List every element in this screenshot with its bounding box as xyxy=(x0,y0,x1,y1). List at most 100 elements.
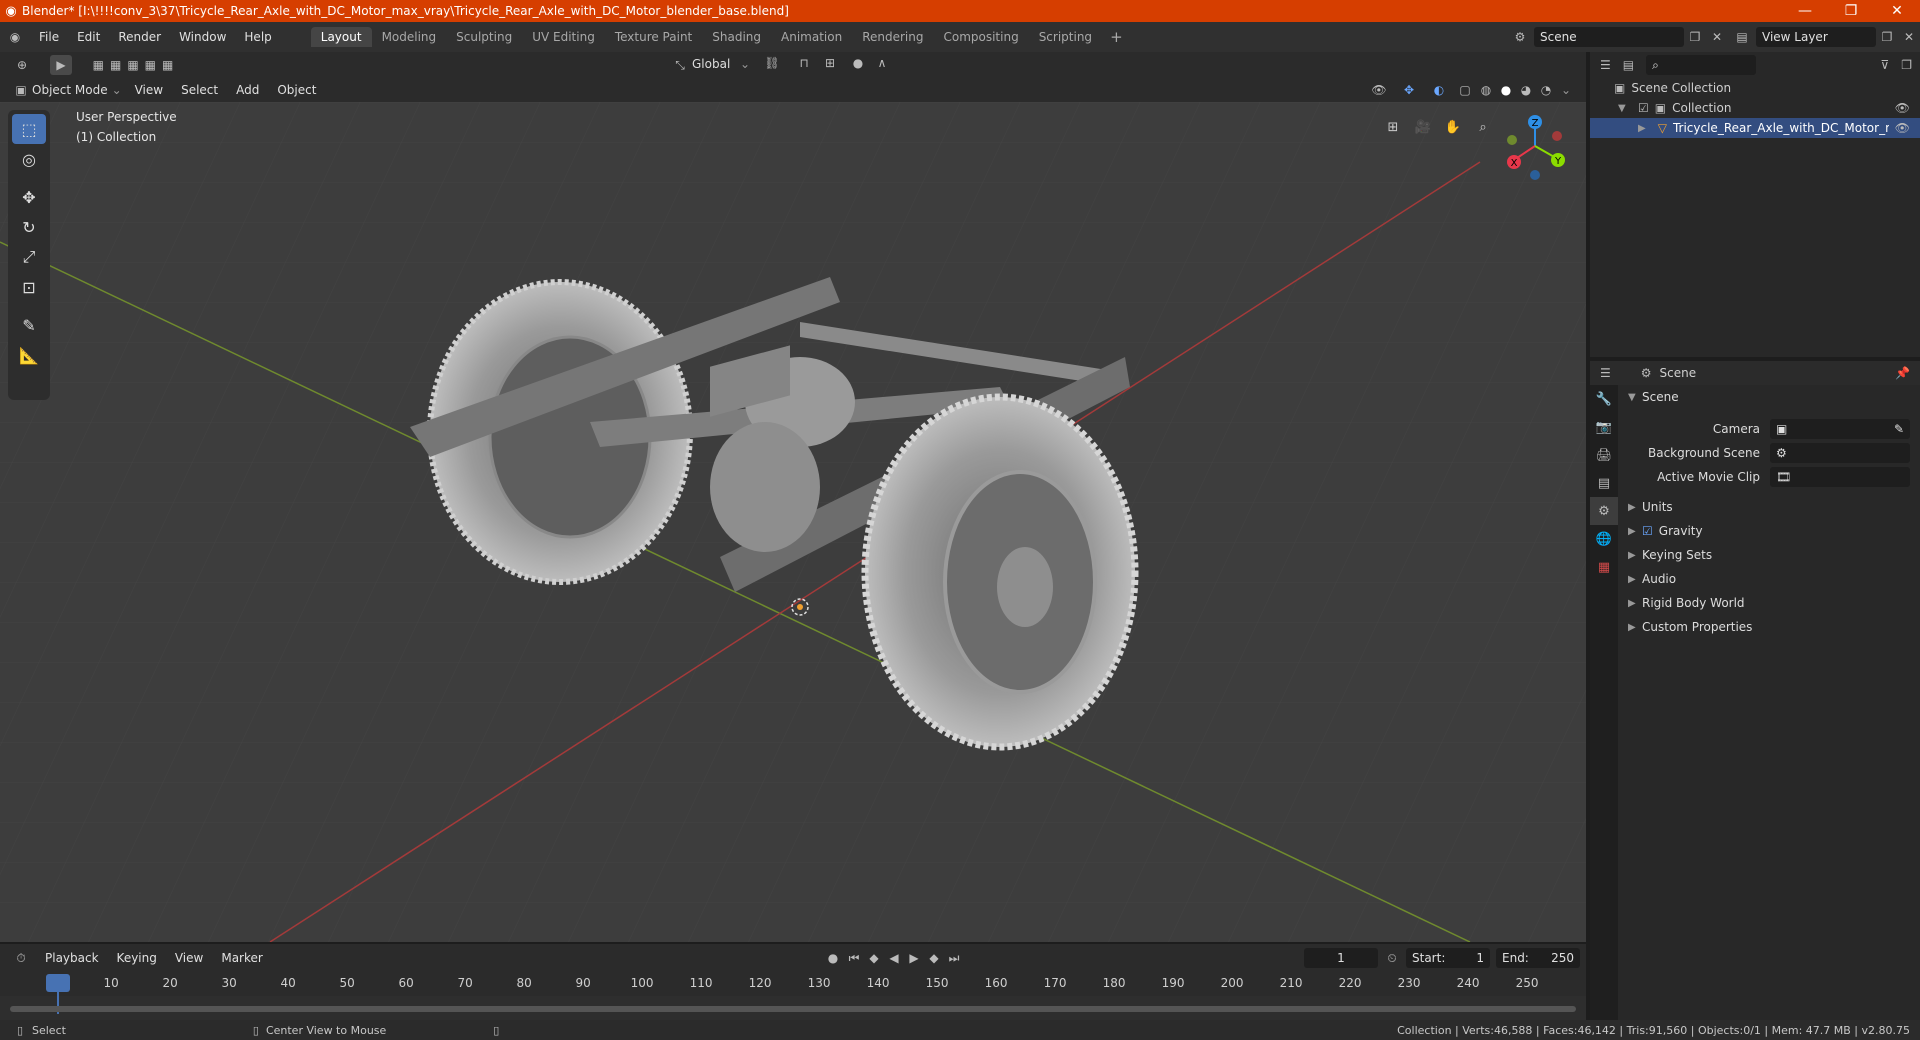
filter-icon[interactable]: ⊽ xyxy=(1880,58,1889,72)
panel-units[interactable]: ▶ Units xyxy=(1618,495,1920,519)
panel-scene[interactable]: ▼ Scene xyxy=(1618,385,1920,409)
viewport-menu-select[interactable]: Select xyxy=(172,83,227,97)
tab-compositing[interactable]: Compositing xyxy=(933,27,1028,47)
rendered-shading-icon[interactable]: ◔ xyxy=(1536,83,1556,97)
tab-layout[interactable]: Layout xyxy=(310,27,372,47)
expand-arrow-icon[interactable]: ▶ xyxy=(1628,550,1642,561)
proportional-edit-icon[interactable]: ● xyxy=(848,56,868,70)
viewport-menu-view[interactable]: View xyxy=(126,83,172,97)
timeline-menu-view[interactable]: View xyxy=(166,951,212,965)
gizmo-icon[interactable]: ✥ xyxy=(1394,83,1424,97)
falloff-icon[interactable]: ∧ xyxy=(870,56,894,70)
camera-view-icon[interactable]: 🎥 xyxy=(1412,116,1434,138)
zoom-view-icon[interactable]: ⌕ xyxy=(1472,116,1494,138)
view-layer-selector[interactable]: View Layer xyxy=(1756,27,1876,47)
camera-field[interactable]: ▣ ✎ xyxy=(1770,419,1910,439)
expand-arrow-icon[interactable]: ▶ xyxy=(1628,526,1642,537)
play-reverse-icon[interactable]: ◀ xyxy=(884,951,904,965)
maximize-icon[interactable]: ❐ xyxy=(1828,3,1874,19)
expand-arrow-icon[interactable]: ▶ xyxy=(1628,574,1642,585)
xray-icon[interactable]: ▢ xyxy=(1454,83,1476,97)
timeline-menu-keying[interactable]: Keying xyxy=(108,951,166,965)
snap-icon[interactable]: ⊓ xyxy=(792,56,816,70)
scene-selector[interactable]: Scene xyxy=(1534,27,1684,47)
background-scene-field[interactable]: ⚙ xyxy=(1770,443,1910,463)
jump-start-icon[interactable]: ⏮ xyxy=(844,951,864,966)
world-tab-icon[interactable]: 🌐 xyxy=(1590,525,1618,553)
tab-uv-editing[interactable]: UV Editing xyxy=(522,27,605,47)
timeline[interactable]: 1102030405060708090100110120130140150160… xyxy=(0,972,1586,1020)
menu-help[interactable]: Help xyxy=(235,30,280,44)
expand-arrow-icon[interactable]: ▶ xyxy=(1628,622,1642,633)
stopwatch-icon[interactable]: ⏲ xyxy=(1378,951,1406,966)
pivot-icon[interactable]: ⛓ xyxy=(760,56,784,70)
output-tab-icon[interactable]: 🖨 xyxy=(1590,441,1618,469)
checkbox-icon[interactable]: ☑ xyxy=(1642,524,1653,538)
neg-y-icon[interactable] xyxy=(1507,135,1517,145)
toggle-ortho-icon[interactable]: ⊞ xyxy=(1382,116,1404,138)
outliner-editor-icon[interactable]: ☰ xyxy=(1600,58,1611,72)
view-layer-icon[interactable]: ▤ xyxy=(1728,30,1756,44)
tool-tab-icon[interactable]: 🔧 xyxy=(1590,385,1618,413)
panel-custom-properties[interactable]: ▶ Custom Properties xyxy=(1618,615,1920,639)
add-workspace-icon[interactable]: + xyxy=(1102,28,1131,46)
pan-view-icon[interactable]: ✋ xyxy=(1442,116,1464,138)
pin-icon[interactable]: 📌 xyxy=(1895,366,1910,380)
tab-shading[interactable]: Shading xyxy=(702,27,771,47)
tab-scripting[interactable]: Scripting xyxy=(1029,27,1102,47)
remove-scene-icon[interactable]: ✕ xyxy=(1706,30,1728,44)
expand-arrow-icon[interactable]: ▶ xyxy=(1638,123,1652,134)
new-scene-icon[interactable]: ❐ xyxy=(1684,30,1706,44)
current-frame-field[interactable]: 1 xyxy=(1304,948,1378,968)
new-view-layer-icon[interactable]: ❐ xyxy=(1876,30,1898,44)
overlay-icon[interactable]: ◐ xyxy=(1424,83,1454,97)
3d-viewport[interactable]: User Perspective (1) Collection ⊞ 🎥 ✋ ⌕ … xyxy=(0,102,1586,942)
frame-ruler[interactable]: 1102030405060708090100110120130140150160… xyxy=(0,972,1586,996)
solid-shading-icon[interactable]: ● xyxy=(1496,83,1516,97)
panel-audio[interactable]: ▶ Audio xyxy=(1618,567,1920,591)
new-collection-icon[interactable]: ❐ xyxy=(1901,58,1912,72)
selection-mode-icons[interactable]: ▦▦▦▦▦ xyxy=(88,56,184,74)
tab-animation[interactable]: Animation xyxy=(771,27,852,47)
display-mode-icon[interactable]: ▤ xyxy=(1623,58,1634,72)
material-shading-icon[interactable]: ◕ xyxy=(1516,83,1536,97)
cursor-tool-icon[interactable]: ◎ xyxy=(12,144,46,174)
scale-tool-icon[interactable]: ⤢ xyxy=(12,242,46,272)
timeline-menu-playback[interactable]: Playback xyxy=(36,951,108,965)
close-icon[interactable]: ✕ xyxy=(1874,3,1920,19)
chevron-down-icon[interactable]: ⌄ xyxy=(1556,83,1576,97)
render-tab-icon[interactable]: 📷 xyxy=(1590,413,1618,441)
transform-tool-icon[interactable]: ⊡ xyxy=(12,272,46,302)
scene-tab-icon[interactable]: ⚙ xyxy=(1590,497,1618,525)
wireframe-shading-icon[interactable]: ◍ xyxy=(1476,83,1496,97)
menu-window[interactable]: Window xyxy=(170,30,235,44)
outliner-row-object[interactable]: ▶ ▽ Tricycle_Rear_Axle_with_DC_Motor_max… xyxy=(1590,118,1920,138)
measure-tool-icon[interactable]: 📐 xyxy=(12,340,46,370)
play-icon[interactable]: ▶ xyxy=(904,951,924,965)
remove-view-layer-icon[interactable]: ✕ xyxy=(1898,30,1920,44)
tab-sculpting[interactable]: Sculpting xyxy=(446,27,522,47)
visibility-icon[interactable]: 👁 xyxy=(1364,83,1394,97)
scene-icon[interactable]: ⚙ xyxy=(1506,30,1534,44)
menu-file[interactable]: File xyxy=(30,30,68,44)
select-box-icon[interactable]: ▶ xyxy=(50,55,72,75)
neg-x-icon[interactable] xyxy=(1552,131,1562,141)
navigation-gizmo[interactable]: Z X Y xyxy=(1500,110,1570,182)
expand-arrow-icon[interactable]: ▶ xyxy=(1628,598,1642,609)
timeline-scrollbar[interactable] xyxy=(10,1006,1576,1012)
chevron-down-icon[interactable]: ⌄ xyxy=(108,83,126,97)
expand-arrow-icon[interactable]: ▶ xyxy=(1628,502,1642,513)
timeline-editor-icon[interactable]: ⏱ xyxy=(6,951,36,966)
editor-type-icon[interactable]: ⊕ xyxy=(10,56,34,74)
minimize-icon[interactable]: — xyxy=(1782,3,1828,19)
properties-editor-icon[interactable]: ☰ xyxy=(1600,366,1611,380)
mode-selector[interactable]: Object Mode xyxy=(32,83,108,97)
move-tool-icon[interactable]: ✥ xyxy=(12,182,46,212)
blender-menu-icon[interactable]: ◉ xyxy=(0,30,30,44)
transform-orientation[interactable]: Global xyxy=(692,57,730,71)
panel-gravity[interactable]: ▶ ☑ Gravity xyxy=(1618,519,1920,543)
expand-arrow-icon[interactable]: ▼ xyxy=(1618,103,1632,114)
checkbox-icon[interactable]: ☑ xyxy=(1638,101,1649,115)
active-movie-clip-field[interactable]: 🎞 xyxy=(1770,467,1910,487)
chevron-down-icon[interactable]: ⌄ xyxy=(740,57,750,71)
